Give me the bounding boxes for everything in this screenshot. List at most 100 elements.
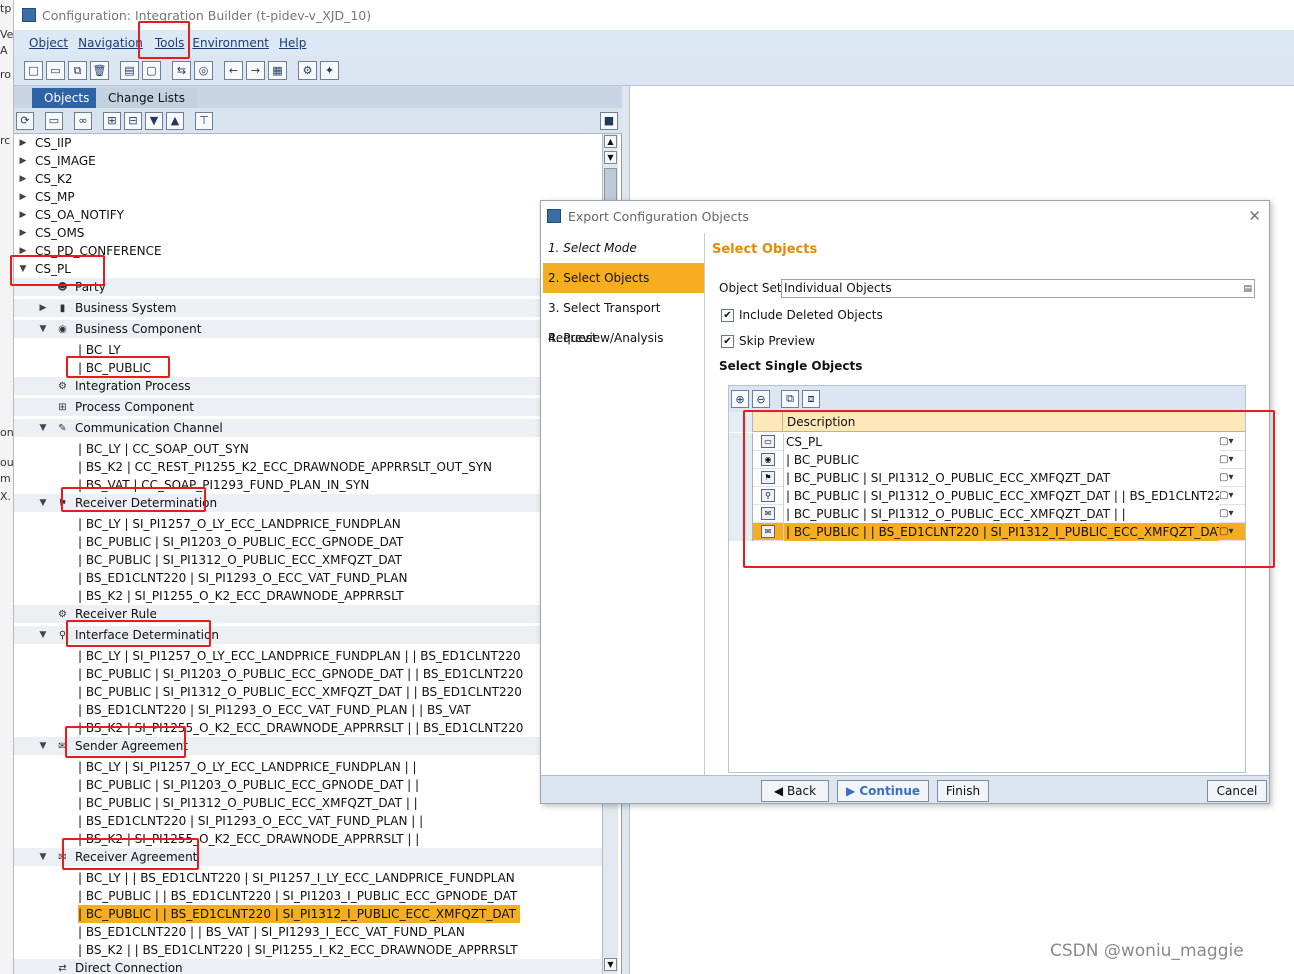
tree-node[interactable]: ▶ CS_K2: [14, 170, 602, 188]
tree-leaf[interactable]: | BC_PUBLIC | | BS_ED1CLNT220 | SI_PI120…: [14, 887, 602, 905]
tree-node[interactable]: ▶ CS_IIP: [14, 134, 602, 152]
scroll-down-icon[interactable]: ▼: [604, 151, 617, 164]
tree-node[interactable]: ▶ CS_OMS: [14, 224, 602, 242]
tree-leaf[interactable]: | BC_LY | | BS_ED1CLNT220 | SI_PI1257_I_…: [14, 869, 602, 887]
tree-leaf[interactable]: | BC_LY | SI_PI1257_O_LY_ECC_LANDPRICE_F…: [14, 758, 602, 776]
stack-icon[interactable]: ▤: [120, 61, 139, 80]
down-icon[interactable]: ▼: [145, 111, 163, 130]
copy-row-icon[interactable]: ⧉: [781, 390, 799, 408]
tree-leaf[interactable]: | BC_PUBLIC | | BS_ED1CLNT220 | SI_PI131…: [14, 905, 602, 923]
chevron-right-icon[interactable]: ▶: [18, 152, 28, 170]
window-icon[interactable]: ▦: [268, 61, 287, 80]
chevron-right-icon[interactable]: ▶: [18, 206, 28, 224]
cancel-button[interactable]: Cancel: [1207, 780, 1267, 802]
scroll-up-icon[interactable]: ▲: [604, 135, 617, 148]
tree-leaf[interactable]: | BC_PUBLIC | SI_PI1203_O_PUBLIC_ECC_GPN…: [14, 533, 602, 551]
tree-node[interactable]: ▼ ✎ Communication Channel: [14, 419, 602, 437]
finish-button[interactable]: Finish: [937, 780, 989, 802]
tree-leaf[interactable]: | BC_PUBLIC | SI_PI1312_O_PUBLIC_ECC_XMF…: [14, 794, 602, 812]
chevron-down-icon[interactable]: ▼: [38, 737, 48, 755]
tree-label: | BC_LY | SI_PI1257_O_LY_ECC_LANDPRICE_F…: [78, 649, 521, 663]
scroll-bottom-icon[interactable]: ▼: [604, 958, 617, 971]
tree-label: CS_MP: [35, 190, 75, 204]
skip-preview-checkbox[interactable]: ✔: [721, 335, 734, 348]
chevron-down-icon[interactable]: ▼: [38, 419, 48, 437]
wizard-icon[interactable]: ✦: [320, 61, 339, 80]
menu-environment[interactable]: Environment: [192, 36, 269, 50]
integration-process-icon: ⚙: [58, 380, 67, 392]
section-heading: Select Objects: [712, 242, 818, 257]
expand-icon[interactable]: ⊞: [103, 111, 121, 130]
tab-change-lists[interactable]: Change Lists: [96, 88, 197, 108]
comment-icon[interactable]: ▢: [142, 61, 161, 80]
menu-help[interactable]: Help: [279, 36, 306, 50]
transfer-icon[interactable]: ⇆: [172, 61, 191, 80]
refresh-icon[interactable]: ⟳: [16, 111, 34, 130]
back-arrow-icon[interactable]: ←: [224, 61, 243, 80]
tree-leaf[interactable]: | BC_LY | SI_PI1257_O_LY_ECC_LANDPRICE_F…: [14, 515, 602, 533]
chevron-down-icon[interactable]: ▼: [38, 494, 48, 512]
display-icon[interactable]: ▭: [45, 111, 63, 130]
tree-leaf[interactable]: | BS_K2 | SI_PI1255_O_K2_ECC_DRAWNODE_AP…: [14, 587, 602, 605]
new-icon[interactable]: □: [24, 61, 43, 80]
close-icon[interactable]: ✕: [1248, 207, 1261, 225]
tree-leaf[interactable]: | BS_ED1CLNT220 | SI_PI1293_O_ECC_VAT_FU…: [14, 701, 602, 719]
maximize-pane-icon[interactable]: ■: [600, 111, 618, 130]
open-icon[interactable]: ▭: [46, 61, 65, 80]
tree-leaf[interactable]: | BC_LY | CC_SOAP_OUT_SYN: [14, 440, 602, 458]
network-icon[interactable]: ◎: [194, 61, 213, 80]
tree-node[interactable]: ⊞ Process Component: [14, 398, 602, 416]
step-select-objects[interactable]: 2. Select Objects: [543, 263, 704, 293]
tree-leaf[interactable]: | BS_ED1CLNT220 | SI_PI1293_O_ECC_VAT_FU…: [14, 569, 602, 587]
copy-icon[interactable]: ⧉: [68, 61, 87, 80]
tree-leaf[interactable]: | BS_ED1CLNT220 | | BS_VAT | SI_PI1293_I…: [14, 923, 602, 941]
remove-row-icon[interactable]: ⊖: [752, 390, 770, 408]
collapse-icon[interactable]: ⊟: [124, 111, 142, 130]
chevron-down-icon[interactable]: ▼: [38, 320, 48, 338]
tree-label: CS_IMAGE: [35, 154, 96, 168]
wizard-steps: 1. Select Mode 2. Select Objects 3. Sele…: [543, 233, 705, 775]
tree-node[interactable]: ⚙ Integration Process: [14, 377, 602, 395]
back-button[interactable]: ◀ Back: [761, 780, 829, 802]
delete-icon[interactable]: 🗑: [90, 61, 109, 80]
up-icon[interactable]: ▲: [166, 111, 184, 130]
include-deleted-checkbox[interactable]: ✔: [721, 309, 734, 322]
binoculars-icon[interactable]: ∞: [74, 111, 92, 130]
chevron-right-icon[interactable]: ▶: [18, 134, 28, 152]
tree-node[interactable]: ⇄ Direct Connection: [14, 959, 602, 974]
config-icon[interactable]: ⚙: [298, 61, 317, 80]
continue-button[interactable]: ▶ Continue: [837, 780, 929, 802]
tree-node[interactable]: ▶ CS_IMAGE: [14, 152, 602, 170]
chevron-right-icon[interactable]: ▶: [18, 170, 28, 188]
tree-leaf[interactable]: | BS_K2 | CC_REST_PI1255_K2_ECC_DRAWNODE…: [14, 458, 602, 476]
forward-arrow-icon[interactable]: →: [246, 61, 265, 80]
tree-leaf[interactable]: | BC_LY | SI_PI1257_O_LY_ECC_LANDPRICE_F…: [14, 647, 602, 665]
tree-node[interactable]: ▶ CS_OA_NOTIFY: [14, 206, 602, 224]
add-row-icon[interactable]: ⊕: [731, 390, 749, 408]
chevron-right-icon[interactable]: ▶: [38, 299, 48, 317]
tree-leaf[interactable]: | BC_PUBLIC | SI_PI1203_O_PUBLIC_ECC_GPN…: [14, 665, 602, 683]
step-select-transport-request[interactable]: 3. Select Transport Request: [543, 293, 704, 345]
tree-leaf[interactable]: | BC_PUBLIC | SI_PI1312_O_PUBLIC_ECC_XMF…: [14, 551, 602, 569]
tree-leaf[interactable]: | BC_PUBLIC | SI_PI1312_O_PUBLIC_ECC_XMF…: [14, 683, 602, 701]
tree-node[interactable]: ▶ CS_MP: [14, 188, 602, 206]
tree-node[interactable]: ▼ ◉ Business Component: [14, 320, 602, 338]
dropdown-icon[interactable]: ▤: [1243, 281, 1252, 298]
tab-objects[interactable]: Objects: [32, 88, 102, 108]
chevron-right-icon[interactable]: ▶: [18, 224, 28, 242]
tree-node[interactable]: ▶ ▮ Business System: [14, 299, 602, 317]
paste-row-icon[interactable]: ⧈: [802, 390, 820, 408]
chevron-down-icon[interactable]: ▼: [38, 626, 48, 644]
tree-leaf[interactable]: | BS_K2 | | BS_ED1CLNT220 | SI_PI1255_I_…: [14, 941, 602, 959]
step-select-mode[interactable]: 1. Select Mode: [543, 233, 704, 263]
chevron-down-icon[interactable]: ▼: [38, 848, 48, 866]
filter-icon[interactable]: ⊤: [195, 111, 213, 130]
menu-navigation[interactable]: Navigation: [78, 36, 143, 50]
object-set-select[interactable]: Individual Objects ▤: [781, 279, 1255, 298]
tree-leaf[interactable]: | BC_PUBLIC | SI_PI1203_O_PUBLIC_ECC_GPN…: [14, 776, 602, 794]
step-preview-analysis[interactable]: 4. Preview/Analysis: [543, 323, 704, 353]
menu-object[interactable]: Object: [29, 36, 68, 50]
chevron-right-icon[interactable]: ▶: [18, 188, 28, 206]
tree-leaf[interactable]: | BS_ED1CLNT220 | SI_PI1293_O_ECC_VAT_FU…: [14, 812, 602, 830]
background-text: A: [0, 44, 8, 57]
